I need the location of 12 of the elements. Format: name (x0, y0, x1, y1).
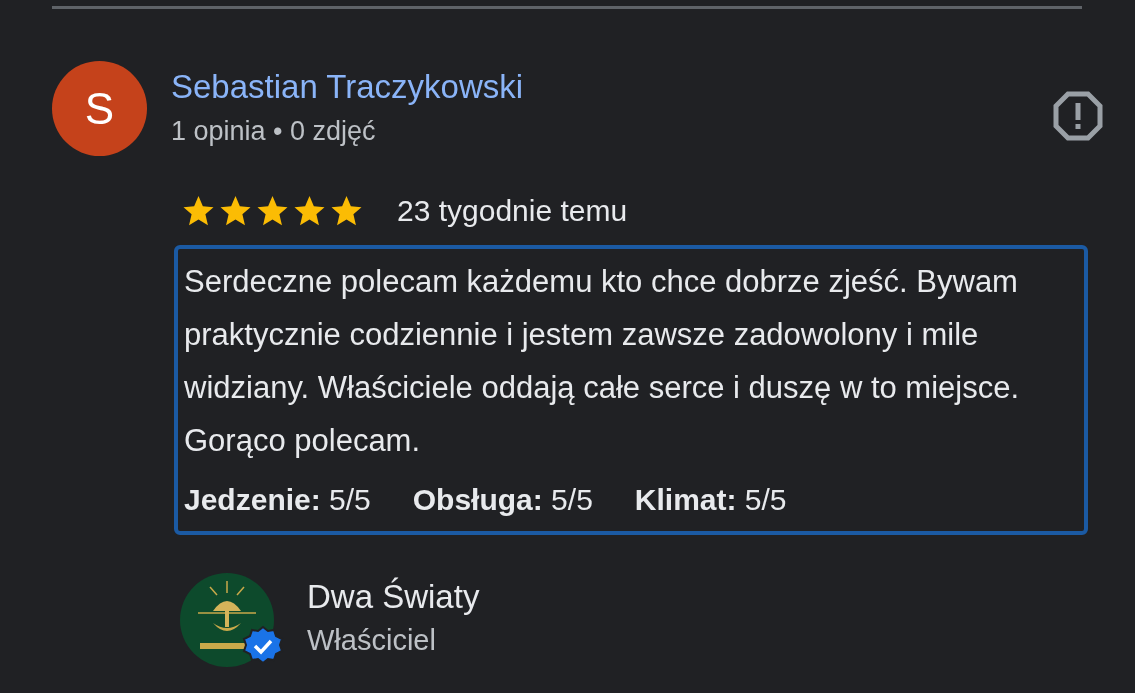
owner-role: Właściciel (307, 623, 437, 657)
rating-detail: Klimat: 5/5 (634, 482, 787, 518)
owner-name: Dwa Światy (307, 577, 480, 617)
reviewer-name[interactable]: Sebastian Traczykowski (171, 67, 524, 107)
report-icon[interactable] (1053, 91, 1103, 141)
review-text: Serdeczne polecam każdemu kto chce dobrze zjeść. Bywam praktycznie codziennie i jestem zawsze zadowolony i mile widziany. Właściciele oddają całe serce i duszę w to miejsce. Gorąco polecam. (184, 263, 1021, 460)
reviewer-stats: 1 opinia • 0 zdjęć (171, 115, 377, 148)
rating-detail: Obsługa: 5/5 (412, 482, 593, 518)
review-body[interactable] (174, 245, 1088, 535)
rating-detail: Jedzenie: 5/5 (184, 482, 371, 518)
avatar: S (52, 61, 147, 156)
review-time: 23 tygodnie temu (397, 193, 628, 229)
